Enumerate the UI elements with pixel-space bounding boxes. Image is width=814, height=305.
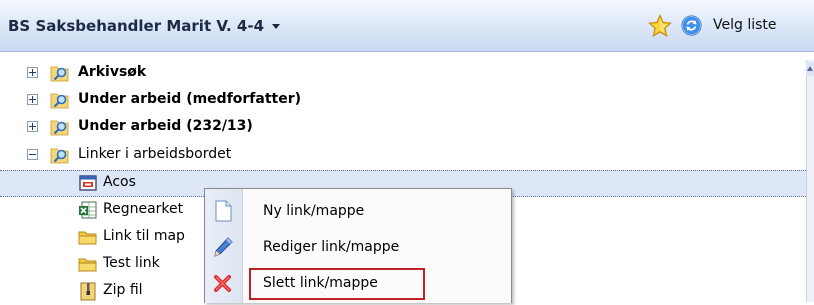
tree-node-label: Under arbeid (232/13) [78,118,253,134]
list-header: BS Saksbehandler Marit V. 4-4 Velg liste [0,0,814,52]
vertical-scrollbar[interactable] [806,60,814,302]
scroll-up-arrow-icon[interactable] [806,62,814,76]
menu-item-label: Slett link/mappe [263,275,378,291]
tree-node-linker-i-arbeidsbordet[interactable]: Linker i arbeidsbordet [0,142,806,169]
tree-node-label: Zip fil [103,282,143,298]
tree-node-label: Test link [103,255,160,271]
zip-file-icon [80,282,96,301]
delete-x-icon [214,275,231,292]
tree-node-label: Under arbeid (medforfatter) [78,91,302,107]
refresh-icon[interactable] [681,15,702,36]
folder-icon [78,258,97,272]
search-folder-icon [50,120,69,136]
new-document-icon [215,200,232,222]
tree-node-label: Regnearket [103,201,184,217]
tree-node-label: Link til map [103,228,185,244]
expand-plus-icon[interactable] [27,94,38,105]
list-title: BS Saksbehandler Marit V. 4-4 [8,17,265,35]
menu-item-slett-link-mappe[interactable]: Slett link/mappe [205,265,511,301]
tree-node-label: Arkivsøk [78,64,147,80]
search-folder-icon [50,148,69,164]
tree-node-under-arbeid-232-13[interactable]: Under arbeid (232/13) [0,114,806,141]
menu-item-ny-link-mappe[interactable]: Ny link/mappe [205,193,511,229]
star-icon[interactable] [648,14,672,38]
menu-item-rediger-link-mappe[interactable]: Rediger link/mappe [205,229,511,265]
tree-node-label: Linker i arbeidsbordet [78,146,232,162]
velg-liste-link[interactable]: Velg liste [713,17,777,33]
application-icon [79,175,97,191]
menu-item-label: Ny link/mappe [263,203,365,219]
list-selector-dropdown[interactable]: BS Saksbehandler Marit V. 4-4 [8,17,281,35]
tree-node-arkivsok[interactable]: Arkivsøk [0,60,806,87]
chevron-down-icon [272,24,281,29]
expand-plus-icon[interactable] [27,67,38,78]
collapse-minus-icon[interactable] [27,149,38,160]
menu-item-label: Rediger link/mappe [263,239,400,255]
search-folder-icon [50,93,69,109]
context-menu: Ny link/mappe Rediger link/mappe Slett l… [204,188,512,303]
search-folder-icon [50,66,69,82]
tree-node-under-arbeid-medforfatter[interactable]: Under arbeid (medforfatter) [0,87,806,114]
tree-node-label: Acos [103,174,136,190]
pencil-icon [214,237,233,257]
spreadsheet-icon [79,201,97,219]
expand-plus-icon[interactable] [27,121,38,132]
folder-icon [78,231,97,245]
